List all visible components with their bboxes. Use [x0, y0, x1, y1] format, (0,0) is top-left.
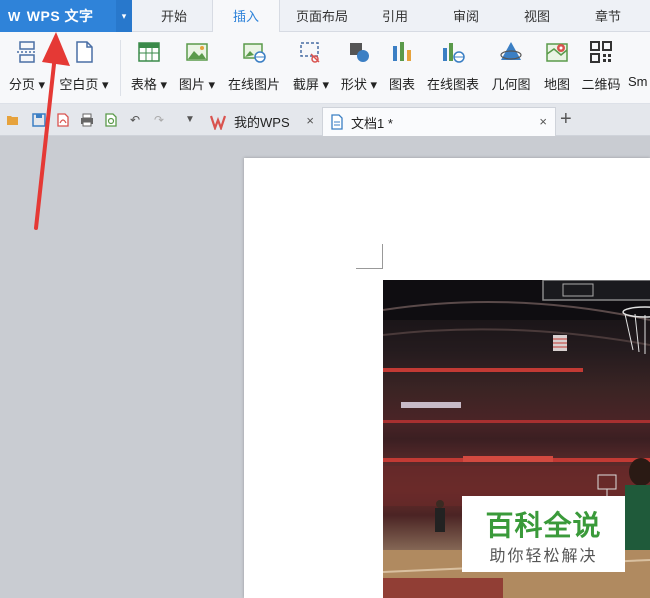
screenshot-label: 截屏 ▾ — [292, 77, 330, 92]
qrcode-button[interactable]: 二维码 — [578, 40, 624, 100]
export-pdf-icon[interactable] — [56, 113, 70, 127]
blank-page-icon — [72, 40, 96, 64]
tab-references[interactable]: 引用 — [364, 0, 426, 32]
close-icon[interactable]: × — [306, 113, 314, 128]
chart-label: 图表 — [388, 77, 415, 92]
tab-section[interactable]: 章节 — [568, 0, 648, 32]
ribbon-insert: 分页 ▾ 空白页 ▾ 表格 ▾ 图片 ▾ 在线图片 截屏 ▾ 形状 ▾ 图表 在… — [0, 32, 650, 104]
watermark-title: 百科全说 — [485, 510, 602, 541]
app-title: WPS 文字 — [26, 8, 94, 24]
page-break-label: 分页 ▾ — [8, 77, 46, 92]
qrcode-icon — [589, 40, 613, 64]
page-break-button[interactable]: 分页 ▾ — [6, 40, 48, 100]
tab-insert[interactable]: 插入 — [212, 0, 280, 33]
ribbon-separator — [120, 40, 121, 96]
close-icon[interactable]: × — [539, 114, 547, 129]
app-menu-button[interactable]: W WPS 文字 — [0, 0, 116, 32]
menu-tabs: 开始 插入 页面布局 引用 审阅 视图 章节 — [136, 0, 648, 33]
open-folder-icon[interactable] — [6, 113, 20, 127]
geometry-icon — [499, 40, 523, 64]
doc-tab-label: 我的WPS — [234, 115, 290, 130]
blank-page-button[interactable]: 空白页 ▾ — [56, 40, 112, 100]
map-icon — [545, 40, 569, 64]
online-picture-button[interactable]: 在线图片 — [224, 40, 284, 100]
undo-icon[interactable]: ↶ — [128, 113, 142, 127]
qrcode-label: 二维码 — [581, 77, 621, 92]
online-chart-icon — [441, 40, 465, 64]
online-picture-icon — [242, 40, 266, 64]
smartart-label: Sm — [628, 74, 648, 89]
smartart-icon — [628, 40, 650, 64]
document-icon — [331, 114, 343, 130]
online-picture-label: 在线图片 — [227, 77, 280, 92]
screenshot-icon — [299, 40, 323, 64]
shapes-label: 形状 ▾ — [340, 77, 378, 92]
tab-review[interactable]: 审阅 — [426, 0, 506, 32]
geometry-label: 几何图 — [491, 77, 531, 92]
shapes-icon — [347, 40, 371, 64]
screenshot-button[interactable]: 截屏 ▾ — [290, 40, 332, 100]
table-label: 表格 ▾ — [130, 77, 168, 92]
online-chart-button[interactable]: 在线图表 — [424, 40, 482, 100]
watermark-logo: 百科全说 助你轻松解决 — [462, 496, 625, 572]
blank-page-label: 空白页 ▾ — [59, 77, 109, 92]
app-menu-dropdown[interactable]: ▾ — [116, 0, 132, 32]
redo-icon[interactable]: ↷ — [152, 113, 166, 127]
new-tab-button[interactable]: + — [560, 108, 572, 130]
map-button[interactable]: 地图 — [540, 40, 574, 100]
wps-logo-icon — [210, 115, 227, 130]
save-icon[interactable] — [32, 113, 46, 127]
picture-label: 图片 ▾ — [178, 77, 216, 92]
map-label: 地图 — [543, 77, 570, 92]
table-button[interactable]: 表格 ▾ — [128, 40, 170, 100]
tab-start[interactable]: 开始 — [136, 0, 212, 32]
page-break-icon — [15, 40, 39, 64]
doc-tab-document1[interactable]: 文档1 * × — [322, 107, 556, 136]
tab-page-layout[interactable]: 页面布局 — [280, 0, 364, 32]
geometry-button[interactable]: 几何图 — [488, 40, 534, 100]
document-tab-bar: ↶ ↷ ▼ 我的WPS × 文档1 * × — [0, 104, 650, 136]
online-chart-label: 在线图表 — [426, 77, 479, 92]
picture-icon — [185, 40, 209, 64]
table-icon — [137, 40, 161, 64]
smartart-button[interactable]: Sm — [628, 40, 650, 100]
picture-button[interactable]: 图片 ▾ — [176, 40, 218, 100]
print-icon[interactable] — [80, 113, 94, 127]
tab-list-dropdown-icon[interactable]: ▼ — [183, 113, 197, 127]
margin-corner-marker — [356, 244, 383, 269]
tab-view[interactable]: 视图 — [506, 0, 568, 32]
watermark-subtitle: 助你轻松解决 — [489, 548, 598, 565]
print-preview-icon[interactable] — [104, 113, 118, 127]
chart-icon — [390, 40, 414, 64]
doc-tab-my-wps[interactable]: 我的WPS × — [204, 107, 322, 136]
doc-tab-label: 文档1 * — [351, 115, 393, 131]
wps-logo-icon: W — [8, 8, 21, 24]
menu-bar: W WPS 文字 ▾ 开始 插入 页面布局 引用 审阅 视图 章节 — [0, 0, 650, 33]
chart-button[interactable]: 图表 — [384, 40, 420, 100]
shapes-button[interactable]: 形状 ▾ — [338, 40, 380, 100]
